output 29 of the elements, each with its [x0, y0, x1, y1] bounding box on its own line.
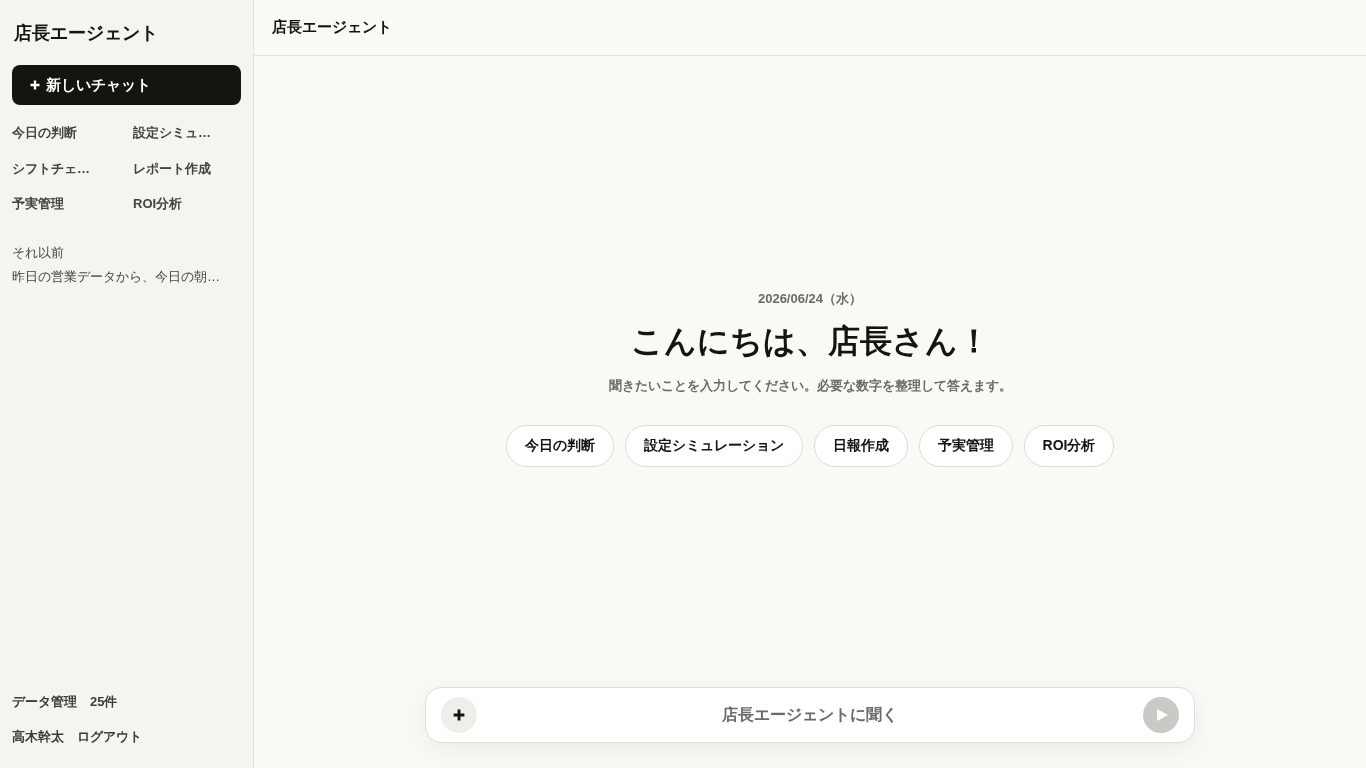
- plus-icon: [30, 80, 40, 90]
- date-label: 2026/06/24（水）: [757, 290, 863, 308]
- shortcut-link[interactable]: レポート作成: [133, 158, 211, 179]
- data-management-link[interactable]: データ管理: [12, 692, 77, 712]
- play-icon: [1156, 709, 1168, 721]
- plus-icon: [453, 709, 465, 721]
- history-heading: それ以前: [12, 244, 64, 262]
- message-input[interactable]: 店長エージェントに聞く: [487, 699, 1133, 731]
- sidebar-title: 店長エージェント: [14, 22, 158, 44]
- subtitle-text: 聞きたいことを入力してください。必要な数字を整理して答えます。: [608, 377, 1012, 395]
- new-chat-button[interactable]: 新しいチャット: [12, 65, 241, 105]
- attach-button[interactable]: [441, 697, 477, 733]
- user-name: 高木幹太: [12, 728, 64, 746]
- suggestion-chip[interactable]: 設定シミュレーション: [624, 425, 803, 467]
- greeting-heading: こんにちは、店長さん！: [630, 322, 990, 360]
- suggestion-chip[interactable]: ROI分析: [1023, 425, 1115, 467]
- logout-link[interactable]: ログアウト: [77, 727, 142, 747]
- history-item[interactable]: 昨日の営業データから、今日の朝…: [12, 267, 220, 287]
- suggestion-chip[interactable]: 日報作成: [813, 425, 908, 467]
- shortcut-link[interactable]: ROI分析: [133, 194, 183, 214]
- shortcut-link[interactable]: 設定シミュ…: [133, 123, 211, 143]
- header-title: 店長エージェント: [272, 18, 392, 37]
- composer-bar[interactable]: 店長エージェントに聞く: [425, 687, 1195, 743]
- suggestion-chip[interactable]: 予実管理: [918, 425, 1013, 467]
- shortcut-link[interactable]: シフトチェ…: [12, 158, 90, 179]
- data-count: 25件: [90, 693, 118, 711]
- shortcut-link[interactable]: 今日の判断: [12, 123, 77, 143]
- shortcut-link[interactable]: 予実管理: [12, 194, 64, 214]
- suggestion-chip[interactable]: 今日の判断: [505, 425, 614, 467]
